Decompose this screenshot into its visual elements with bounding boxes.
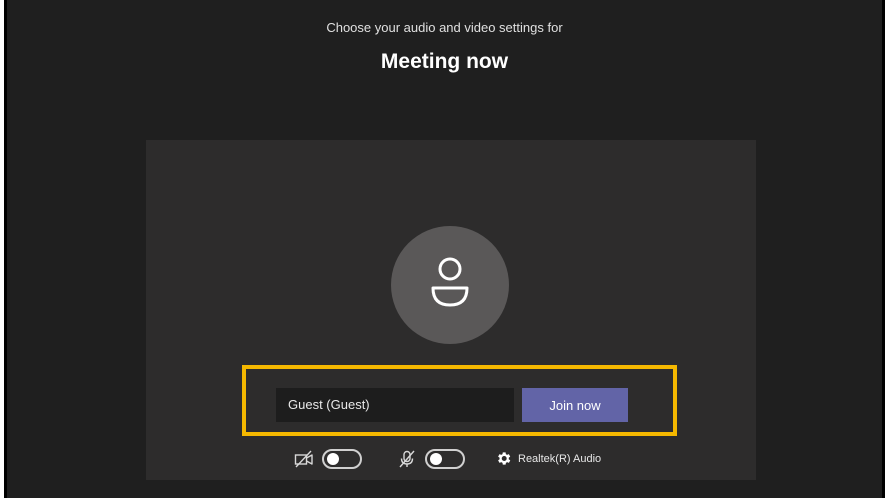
camera-off-icon — [294, 450, 313, 468]
mic-toggle-knob — [430, 453, 442, 465]
prejoin-subtitle: Choose your audio and video settings for — [326, 20, 563, 35]
device-controls: Realtek(R) Audio — [146, 446, 756, 472]
audio-device-label[interactable]: Realtek(R) Audio — [518, 453, 601, 465]
mic-toggle[interactable] — [425, 449, 465, 469]
camera-toggle[interactable] — [322, 449, 362, 469]
video-preview-panel: Join now Realtek(R) Audio — [146, 140, 756, 480]
guest-name-input[interactable] — [276, 388, 514, 422]
person-icon — [431, 257, 469, 307]
avatar — [391, 226, 509, 344]
join-now-button[interactable]: Join now — [522, 388, 628, 422]
gear-icon[interactable] — [495, 450, 512, 467]
mic-off-icon — [399, 450, 415, 468]
meeting-prejoin-screen: Choose your audio and video settings for… — [4, 0, 885, 498]
meeting-title: Meeting now — [380, 50, 509, 73]
camera-toggle-knob — [327, 453, 339, 465]
